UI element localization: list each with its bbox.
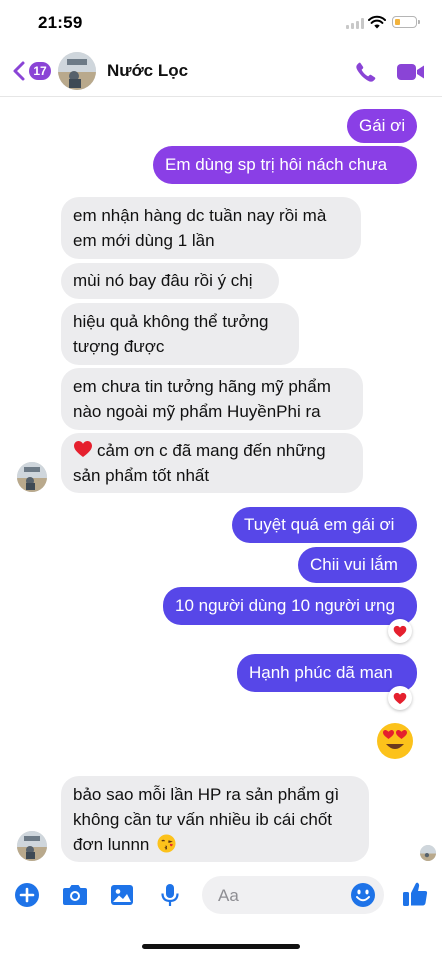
phone-call-icon[interactable] xyxy=(354,60,378,84)
photo-gallery-icon[interactable] xyxy=(109,882,135,908)
message-text: 10 người dùng 10 người ưng xyxy=(175,596,395,615)
plus-circle-icon[interactable] xyxy=(14,882,40,908)
kissing-face-emoji-icon xyxy=(157,834,176,853)
home-indicator xyxy=(142,944,300,949)
avatar-photo-icon xyxy=(58,52,96,90)
message-line: em nhận hàng dc tuần nay rồi mà xyxy=(73,206,327,225)
heart-reaction[interactable] xyxy=(388,619,412,643)
message-line: hiệu quả không thể tưởng xyxy=(73,312,269,331)
message-bubble-incoming[interactable]: hiệu quả không thể tưởng tượng được xyxy=(61,303,299,365)
message-text: Chii vui lắm xyxy=(310,555,398,574)
message-input[interactable]: Aa xyxy=(202,876,384,914)
message-bubble-outgoing[interactable]: Chii vui lắm xyxy=(298,547,417,583)
message-line: em chưa tin tưởng hãng mỹ phẩm xyxy=(73,377,331,396)
message-line: bảo sao mỗi lần HP ra sản phẩm gì xyxy=(73,785,340,804)
message-text: đơn lunnn xyxy=(73,835,150,854)
battery-icon xyxy=(392,16,420,28)
emoji-picker-icon[interactable] xyxy=(350,882,376,908)
heart-icon xyxy=(393,692,407,704)
contact-avatar[interactable] xyxy=(58,52,96,90)
camera-icon[interactable] xyxy=(61,882,89,908)
message-bubble-outgoing[interactable]: Em dùng sp trị hôi nách chưa xyxy=(153,146,417,184)
message-line: tượng được xyxy=(73,337,165,356)
message-bubble-outgoing[interactable]: Tuyệt quá em gái ơi xyxy=(232,507,417,543)
back-button[interactable]: 17 xyxy=(10,58,51,84)
seen-receipt-avatar xyxy=(420,845,436,861)
message-line: không cần tư vấn nhiều ib cái chốt xyxy=(73,810,332,829)
message-text: cảm ơn c đã mang đến những xyxy=(97,441,326,460)
message-text: Em dùng sp trị hôi nách chưa xyxy=(165,155,388,174)
message-bubble-incoming[interactable]: cảm ơn c đã mang đến những sản phẩm tốt … xyxy=(61,433,363,493)
message-text: Hạnh phúc dã man xyxy=(249,663,393,682)
message-input-placeholder: Aa xyxy=(218,886,239,905)
contact-name[interactable]: Nước Lọc xyxy=(107,61,188,81)
message-bubble-incoming[interactable]: em chưa tin tưởng hãng mỹ phẩm nào ngoài… xyxy=(61,368,363,430)
sender-avatar[interactable] xyxy=(17,462,47,492)
video-call-icon[interactable] xyxy=(396,62,426,82)
message-bubble-outgoing[interactable]: 10 người dùng 10 người ưng xyxy=(163,587,417,625)
chevron-left-icon xyxy=(13,61,25,81)
message-composer: Aa xyxy=(0,870,442,920)
message-bubble-outgoing[interactable]: Hạnh phúc dã man xyxy=(237,654,417,692)
message-line: sản phẩm tốt nhất xyxy=(73,466,210,485)
unread-count-badge: 17 xyxy=(29,62,51,80)
heart-reaction[interactable] xyxy=(388,686,412,710)
message-line: nào ngoài mỹ phẩm HuyềnPhi ra xyxy=(73,402,321,421)
status-time: 21:59 xyxy=(38,13,83,32)
signal-icon xyxy=(346,18,364,29)
thumbs-up-icon[interactable] xyxy=(401,880,429,908)
status-bar: 21:59 xyxy=(0,0,442,46)
avatar-photo-icon xyxy=(17,462,47,492)
sender-avatar[interactable] xyxy=(17,831,47,861)
heart-emoji-icon xyxy=(74,441,92,457)
microphone-icon[interactable] xyxy=(157,882,183,908)
wifi-icon xyxy=(368,15,386,29)
conversation-header: 17 Nước Lọc xyxy=(0,46,442,97)
message-text: mùi nó bay đâu rồi ý chị xyxy=(73,271,253,290)
message-line-1: cảm ơn c đã mang đến những xyxy=(73,438,351,463)
message-line: em mới dùng 1 lần xyxy=(73,231,215,250)
message-bubble-incoming[interactable]: em nhận hàng dc tuần nay rồi mà em mới d… xyxy=(61,197,361,259)
message-line-3: đơn lunnn xyxy=(73,832,357,857)
message-bubble-incoming[interactable]: bảo sao mỗi lần HP ra sản phẩm gì không … xyxy=(61,776,369,862)
message-text: Tuyệt quá em gái ơi xyxy=(244,515,395,534)
heart-eyes-emoji-icon[interactable] xyxy=(376,722,414,760)
avatar-photo-icon xyxy=(420,845,436,861)
message-bubble-incoming[interactable]: mùi nó bay đâu rồi ý chị xyxy=(61,263,279,299)
avatar-photo-icon xyxy=(17,831,47,861)
message-text: Gái ơi xyxy=(359,116,406,135)
heart-icon xyxy=(393,625,407,637)
message-bubble-outgoing[interactable]: Gái ơi xyxy=(347,109,417,143)
